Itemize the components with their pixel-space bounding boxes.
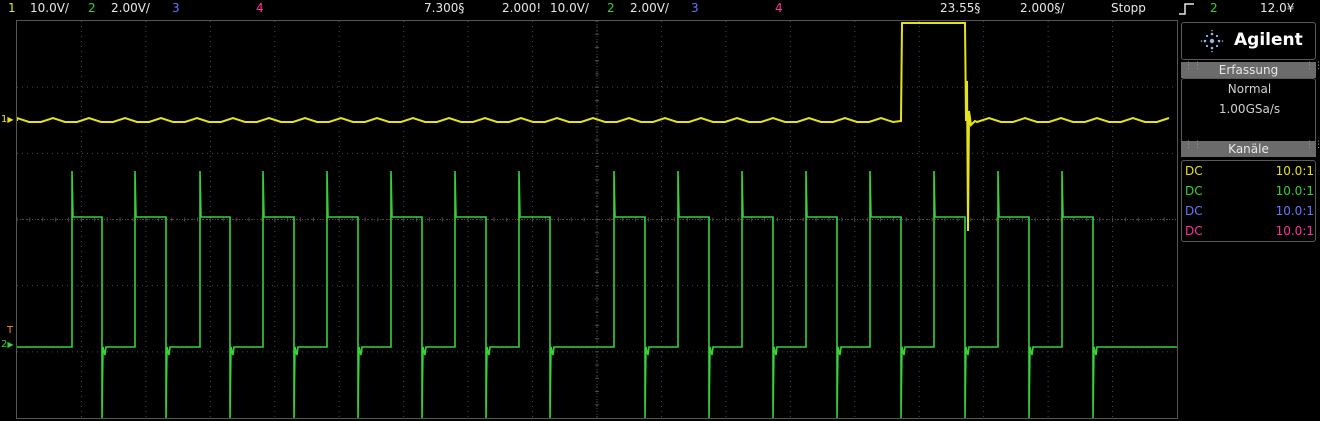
channel-row-2[interactable]: DC 10.0:1 (1185, 181, 1314, 201)
brand-header: Agilent (1181, 22, 1316, 60)
ch2-ground-marker[interactable]: 2▶ (1, 339, 14, 350)
acquisition-header[interactable]: ⋮⋮ Erfassung ⋮⋮ (1181, 61, 1320, 78)
channel-coupling: DC (1185, 164, 1203, 178)
timebase[interactable]: 2.000! (502, 1, 541, 15)
channel-coupling: DC (1185, 184, 1203, 198)
status-bar: 1 10.0V/ 2 2.00V/ 3 4 7.300§ 2.000! 10.0… (0, 0, 1320, 20)
trigger-level[interactable]: 12.0¥ (1260, 1, 1294, 15)
rising-edge-icon[interactable] (1178, 2, 1196, 19)
ch2-scale[interactable]: 2.00V/ (111, 1, 150, 15)
channel-coupling: DC (1185, 224, 1203, 238)
channels-header-label: Kanäle (1228, 142, 1269, 156)
ch1-trace (17, 22, 1170, 232)
ch1-number[interactable]: 1 (8, 1, 16, 15)
grip-icon: ⋮⋮ (1305, 61, 1320, 71)
ch4-number-secondary[interactable]: 4 (775, 1, 783, 15)
sample-rate: 1.00GSa/s (1218, 102, 1281, 116)
trigger-marker-label: T (7, 325, 14, 336)
ch3-number-secondary[interactable]: 3 (691, 1, 699, 15)
ch2-number-secondary[interactable]: 2 (607, 1, 615, 15)
grip-icon: ⋮⋮ (1184, 140, 1202, 150)
channel-row-4[interactable]: DC 10.0:1 (1185, 221, 1314, 241)
agilent-spark-icon (1200, 29, 1224, 53)
channel-coupling: DC (1185, 204, 1203, 218)
acquisition-panel[interactable]: Normal 1.00GSa/s (1181, 78, 1316, 147)
channel-probe: 10.0:1 (1275, 184, 1314, 198)
timebase-secondary[interactable]: 2.000§/ (1020, 1, 1064, 15)
grip-icon: ⋮⋮ (1184, 61, 1202, 71)
trigger-delay[interactable]: 23.55§ (940, 1, 980, 15)
ch2-scale-secondary[interactable]: 2.00V/ (630, 1, 669, 15)
channel-row-3[interactable]: DC 10.0:1 (1185, 201, 1314, 221)
channels-header[interactable]: ⋮⋮ Kanäle ⋮⋮ (1181, 140, 1320, 157)
waveform-display[interactable] (16, 20, 1178, 419)
ch2-number[interactable]: 2 (88, 1, 96, 15)
ch3-number[interactable]: 3 (172, 1, 180, 15)
channel-probe: 10.0:1 (1275, 164, 1314, 178)
channel-probe: 10.0:1 (1275, 224, 1314, 238)
horizontal-offset[interactable]: 7.300§ (424, 1, 464, 15)
run-state[interactable]: Stopp (1111, 1, 1146, 15)
ch4-number[interactable]: 4 (256, 1, 264, 15)
ch1-scale[interactable]: 10.0V/ (30, 1, 69, 15)
grip-icon: ⋮⋮ (1305, 140, 1320, 150)
graticule (17, 21, 1177, 418)
channel-probe: 10.0:1 (1275, 204, 1314, 218)
trigger-level-marker[interactable]: T (7, 325, 13, 336)
channel-row-1[interactable]: DC 10.0:1 (1185, 161, 1314, 181)
channels-panel[interactable]: DC 10.0:1 DC 10.0:1 DC 10.0:1 DC 10.0:1 (1181, 160, 1316, 242)
acquisition-header-label: Erfassung (1218, 63, 1279, 77)
ch1-scale-secondary[interactable]: 10.0V/ (550, 1, 589, 15)
waveform-svg (17, 21, 1177, 418)
acquisition-mode: Normal (1227, 82, 1272, 96)
ch1-ground-marker[interactable]: 1▶ (1, 114, 14, 125)
trigger-source[interactable]: 2 (1210, 1, 1218, 15)
side-panel: Agilent ⋮⋮ Erfassung ⋮⋮ Normal 1.00GSa/s… (1181, 22, 1320, 242)
brand-name: Agilent (1234, 30, 1303, 50)
